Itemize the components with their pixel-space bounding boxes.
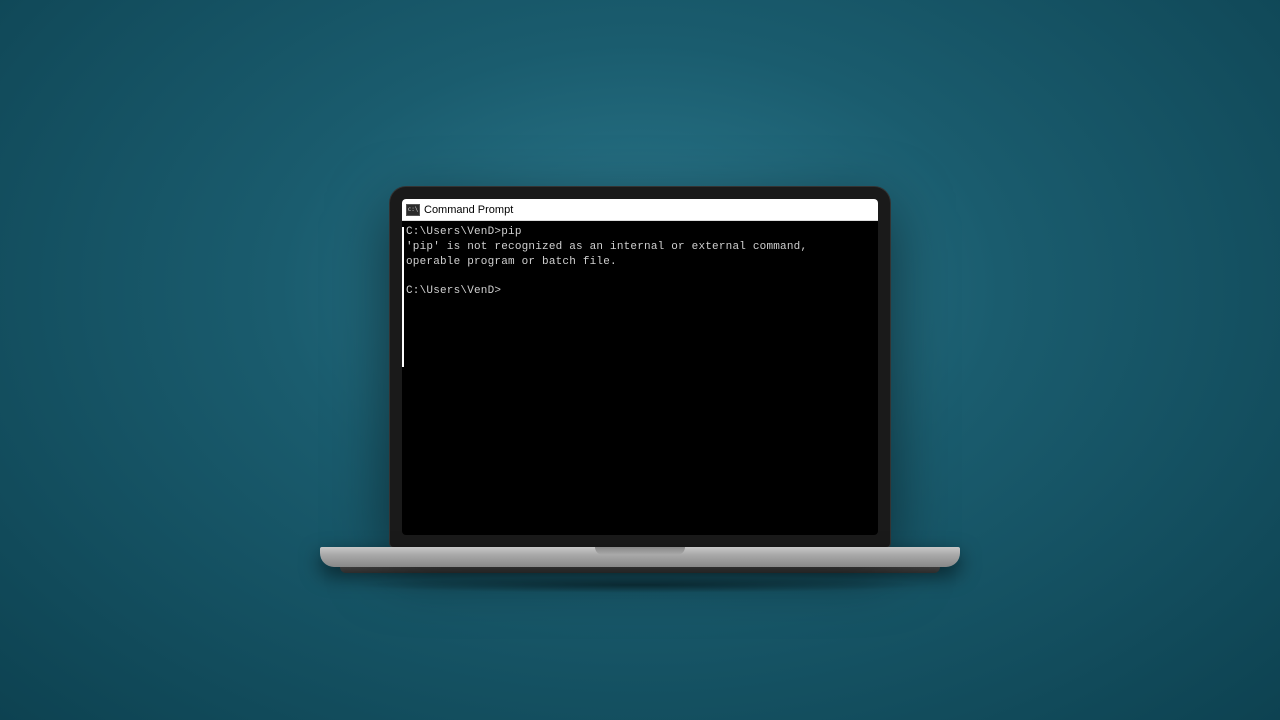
text-cursor-bar xyxy=(402,227,404,367)
window-title: Command Prompt xyxy=(424,204,513,216)
command-prompt-window[interactable]: c:\ Command Prompt C:\Users\VenD>pip 'pi… xyxy=(402,199,878,399)
terminal-line: operable program or batch file. xyxy=(404,255,876,270)
terminal-prompt: C:\Users\VenD> xyxy=(404,284,876,299)
laptop-screen: c:\ Command Prompt C:\Users\VenD>pip 'pi… xyxy=(402,199,878,535)
laptop-keyboard-deck xyxy=(320,547,960,567)
laptop-base-edge xyxy=(340,567,940,573)
laptop-screen-bezel: c:\ Command Prompt C:\Users\VenD>pip 'pi… xyxy=(390,187,890,547)
terminal-blank-line xyxy=(404,270,876,284)
terminal-line: C:\Users\VenD>pip xyxy=(404,225,876,240)
terminal-body[interactable]: C:\Users\VenD>pip 'pip' is not recognize… xyxy=(402,221,878,399)
window-titlebar[interactable]: c:\ Command Prompt xyxy=(402,199,878,221)
laptop-hinge-notch xyxy=(595,547,685,555)
laptop-shadow xyxy=(350,577,930,593)
terminal-line: 'pip' is not recognized as an internal o… xyxy=(404,240,876,255)
cmd-icon: c:\ xyxy=(406,204,420,216)
laptop-mockup: c:\ Command Prompt C:\Users\VenD>pip 'pi… xyxy=(320,187,960,593)
